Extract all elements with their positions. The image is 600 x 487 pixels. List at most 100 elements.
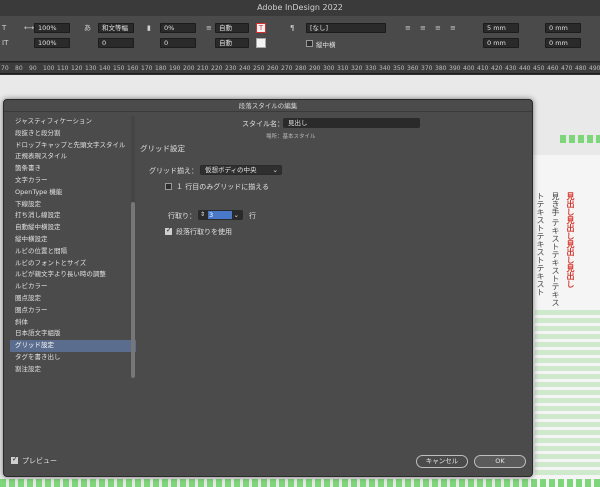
ruler-tick-label: 320: [351, 65, 363, 72]
leading-field[interactable]: 100%: [34, 38, 70, 48]
ruler-tick-label: 120: [71, 65, 83, 72]
category-item[interactable]: 正規表現スタイル: [10, 151, 136, 163]
tate-chu-yoko-label: 縦中横: [316, 41, 336, 49]
indent-field-2[interactable]: 0 mm: [545, 23, 581, 33]
ruler-tick-label: 380: [435, 65, 447, 72]
font-size-field[interactable]: 100%: [34, 23, 70, 33]
category-item[interactable]: ルビカラー: [10, 281, 136, 293]
category-item[interactable]: 下線設定: [10, 199, 136, 211]
ruler-tick-label: 170: [141, 65, 153, 72]
category-item[interactable]: 斜体: [10, 317, 136, 329]
ruler-tick-label: 470: [561, 65, 573, 72]
style-icon: ¶: [290, 24, 295, 32]
ruler-tick-label: 410: [477, 65, 489, 72]
tracking-icon: ▮: [147, 24, 151, 32]
ruler-tick-label: 100: [43, 65, 55, 72]
category-item[interactable]: タグを書き出し: [10, 352, 136, 364]
doc-text-col2: 見き手 テキストテキストテキス: [551, 192, 560, 307]
ruler-tick-label: 450: [533, 65, 545, 72]
ruler-tick-label: 110: [57, 65, 69, 72]
mojikumi-select[interactable]: 和文等幅: [98, 23, 134, 33]
tsume-field[interactable]: 0: [160, 38, 196, 48]
ruler-tick-label: 200: [183, 65, 195, 72]
scroll-thumb[interactable]: [131, 202, 135, 378]
category-item[interactable]: OpenType 機能: [10, 187, 136, 199]
category-item[interactable]: 打ち消し線設定: [10, 210, 136, 222]
ruler-tick-label: 270: [281, 65, 293, 72]
ruler-tick-label: 460: [547, 65, 559, 72]
indent-field-1[interactable]: 5 mm: [483, 23, 519, 33]
category-item[interactable]: ルビの位置と間隔: [10, 246, 136, 258]
align-right-icon[interactable]: ≡: [435, 23, 441, 33]
auto-select-2[interactable]: 自動: [215, 38, 249, 48]
category-item[interactable]: 自動縦中横設定: [10, 222, 136, 234]
horizontal-ruler[interactable]: 70 80 90 100 110 120 130 140 150 160 170 180 190 200 2…: [0, 63, 600, 74]
first-line-only-checkbox[interactable]: [165, 183, 172, 190]
preview-checkbox[interactable]: [11, 455, 18, 464]
category-item[interactable]: グリッド設定: [10, 340, 136, 352]
section-title: グリッド設定: [140, 144, 185, 153]
chevron-down-icon: ⌄: [272, 166, 278, 174]
lines-value[interactable]: 3: [208, 211, 232, 219]
ruler-tick-label: 230: [225, 65, 237, 72]
paragraph-lines-checkbox[interactable]: [165, 226, 172, 235]
app-title-bar: Adobe InDesign 2022: [0, 0, 600, 16]
lines-label: 行取り：: [168, 212, 196, 220]
category-list[interactable]: ジャスティフィケーション 段抜きと段分割 ドロップキャップと先頭文字スタイル 正規表現…: [10, 116, 136, 378]
doc-text-col1: トテキストテキストテキスト: [536, 192, 545, 296]
lines-stepper[interactable]: ⇕ 3 ⌄: [198, 210, 243, 220]
indent-field-4[interactable]: 0 mm: [545, 38, 581, 48]
justify-icon[interactable]: ≡: [450, 23, 456, 33]
ruler-tick-label: 240: [239, 65, 251, 72]
scale-icon: ⟷: [24, 24, 35, 32]
category-item[interactable]: 割注設定: [10, 364, 136, 376]
paragraph-style-dialog: 段落スタイルの編集 ジャスティフィケーション 段抜きと段分割 ドロップキャップと先頭…: [3, 99, 533, 477]
ruler-tick-label: 300: [323, 65, 335, 72]
lines-unit: 行: [249, 212, 256, 220]
grid-strip-bottom: [0, 479, 600, 487]
category-item[interactable]: 圏点設定: [10, 293, 136, 305]
ruler-tick-label: 370: [421, 65, 433, 72]
tate-chu-yoko-checkbox[interactable]: [306, 40, 313, 47]
ruler-tick-label: 360: [407, 65, 419, 72]
style-name-label: スタイル名：: [242, 120, 284, 128]
tracking-field[interactable]: 0%: [160, 23, 196, 33]
ruler-tick-label: 160: [127, 65, 139, 72]
category-item[interactable]: ジャスティフィケーション: [10, 116, 136, 128]
ruler-tick-label: 90: [29, 65, 37, 72]
category-item[interactable]: ルビが親文字より長い時の調整: [10, 269, 136, 281]
text-color-icon[interactable]: T: [256, 23, 266, 33]
ruler-tick-label: 340: [379, 65, 391, 72]
category-item[interactable]: 段抜きと段分割: [10, 128, 136, 140]
style-location: 場所：基本スタイル: [266, 134, 316, 140]
ruler-tick-label: 440: [519, 65, 531, 72]
stroke-color-icon[interactable]: [256, 38, 266, 48]
align-left-icon[interactable]: ≡: [405, 23, 411, 33]
ruler-tick-label: 220: [211, 65, 223, 72]
category-item[interactable]: ルビのフォントとサイズ: [10, 258, 136, 270]
kern-field[interactable]: 0: [98, 38, 134, 48]
grid-align-select[interactable]: 仮想ボディの中央 ⌄: [200, 165, 282, 175]
style-name-input[interactable]: 見出し: [283, 118, 420, 128]
stepper-arrows-icon[interactable]: ⇕: [200, 211, 205, 219]
category-item[interactable]: ドロップキャップと先頭文字スタイル: [10, 140, 136, 152]
category-item[interactable]: 圏点カラー: [10, 305, 136, 317]
category-scrollbar[interactable]: [131, 116, 135, 378]
ruler-tick-label: 350: [393, 65, 405, 72]
auto-icon: ≡: [206, 24, 212, 32]
category-item[interactable]: 箇条書き: [10, 163, 136, 175]
ruler-tick-label: 400: [463, 65, 475, 72]
category-item[interactable]: 縦中横設定: [10, 234, 136, 246]
auto-select-1[interactable]: 自動: [215, 23, 249, 33]
mojikumi-icon: あ: [84, 24, 91, 32]
ruler-tick-label: 250: [253, 65, 265, 72]
chevron-down-icon[interactable]: ⌄: [234, 211, 239, 219]
category-item[interactable]: 文字カラー: [10, 175, 136, 187]
align-center-icon[interactable]: ≡: [420, 23, 426, 33]
ruler-tick-label: 140: [99, 65, 111, 72]
paragraph-style-select[interactable]: [なし]: [306, 23, 386, 33]
category-item[interactable]: 日本語文字組版: [10, 328, 136, 340]
cancel-button[interactable]: キャンセル: [416, 455, 468, 468]
indent-field-3[interactable]: 0 mm: [483, 38, 519, 48]
ok-button[interactable]: OK: [474, 455, 526, 468]
